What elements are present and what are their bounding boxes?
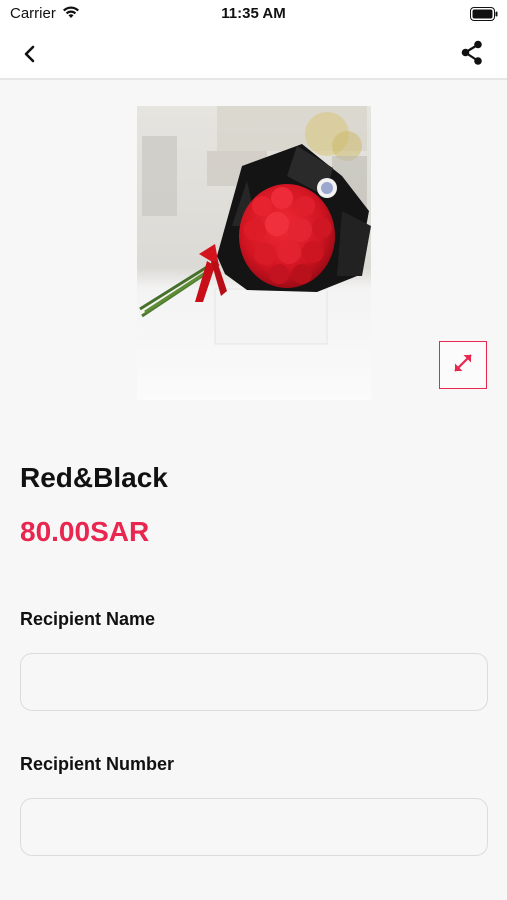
product-price: 80.00SAR xyxy=(20,516,150,547)
product-image[interactable] xyxy=(137,106,371,400)
recipient-name-input[interactable] xyxy=(20,653,488,711)
recipient-number-label: Recipient Number xyxy=(20,754,175,774)
battery-icon xyxy=(470,7,498,25)
recipient-number-input[interactable] xyxy=(20,798,488,856)
nav-bar xyxy=(0,28,507,80)
back-button[interactable] xyxy=(16,40,44,68)
status-bar: Carrier 11:35 AM xyxy=(0,0,507,28)
share-icon xyxy=(457,40,487,72)
status-time: 11:35 AM xyxy=(221,5,286,22)
product-name: Red&Black xyxy=(20,462,168,493)
chevron-left-icon xyxy=(16,45,44,72)
share-button[interactable] xyxy=(457,38,487,68)
expand-arrows-icon xyxy=(450,350,476,381)
recipient-name-label: Recipient Name xyxy=(20,609,156,629)
expand-image-button[interactable] xyxy=(439,341,487,389)
